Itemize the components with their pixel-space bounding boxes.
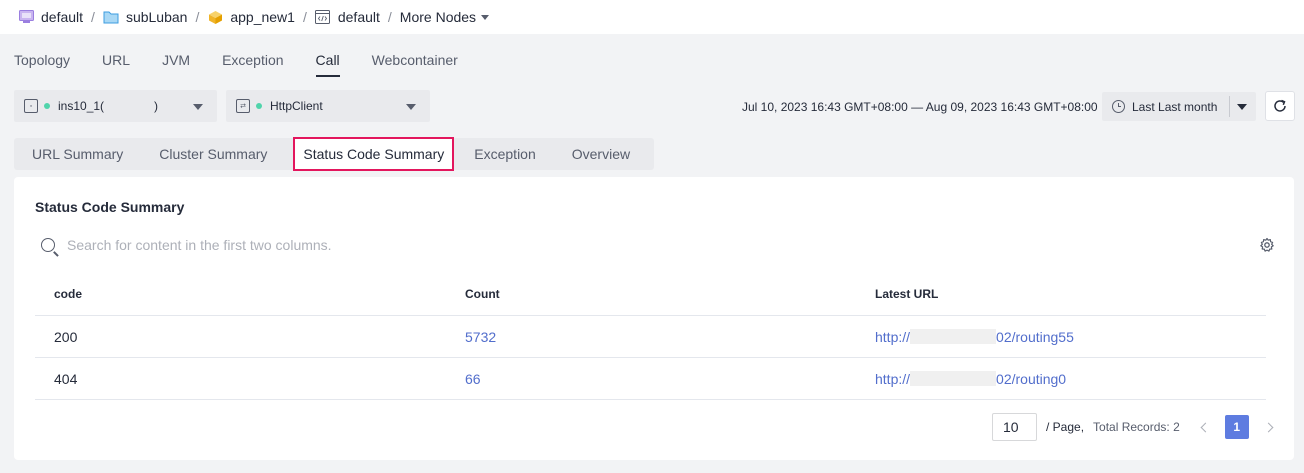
code-env-icon [315,9,331,25]
settings-gear-icon[interactable] [1259,237,1275,253]
time-range-picker[interactable]: Last Last month [1102,92,1256,121]
masked-region [104,99,154,113]
tab-exception[interactable]: Exception [222,50,283,77]
app-cube-icon [207,9,223,25]
breadcrumb-separator: / [195,9,200,25]
breadcrumb-label: subLuban [125,9,188,25]
search-icon [41,238,55,252]
pagination: 10 / Page, Total Records: 2 1 [992,413,1274,441]
subtab-status-code-summary[interactable]: Status Code Summary [293,137,455,171]
column-header-latest-url[interactable]: Latest URL [856,287,1266,301]
instance-select[interactable]: ▫ ins10_1( ) [14,90,217,122]
cell-count-link[interactable]: 5732 [446,329,856,345]
tab-webcontainer[interactable]: Webcontainer [372,50,458,77]
masked-region [910,329,997,344]
breadcrumb-label: app_new1 [230,9,295,25]
masked-region [910,371,997,386]
component-icon: ⇄ [236,99,250,113]
clock-icon [1112,100,1125,113]
breadcrumb: default / subLuban / app_new1 / default … [0,0,1304,34]
subtab-url-summary[interactable]: URL Summary [32,146,123,162]
cell-code: 200 [54,328,78,345]
search-input[interactable] [67,237,567,253]
url-suffix[interactable]: 02/routing0 [996,371,1066,387]
status-code-card: Status Code Summary code Count Latest UR… [14,177,1294,460]
url-suffix[interactable]: 02/routing55 [996,329,1074,345]
tab-call[interactable]: Call [315,50,340,77]
more-nodes-dropdown[interactable]: More Nodes [399,9,490,25]
column-header-code[interactable]: code [35,287,446,301]
breadcrumb-label: default [41,9,84,25]
card-title: Status Code Summary [35,199,185,215]
column-header-count[interactable]: Count [446,287,856,301]
page-number-current[interactable]: 1 [1224,415,1249,439]
dropdown-arrow-icon [406,104,416,110]
page-size-select[interactable]: 10 [992,413,1037,441]
monitor-tabs: Topology URL JVM Exception Call Webconta… [14,50,490,77]
call-sub-tabs: URL Summary Cluster Summary Status Code … [14,137,654,171]
url-prefix[interactable]: http:// [875,371,910,387]
status-dot [44,103,50,109]
tab-topology[interactable]: Topology [14,50,70,77]
url-prefix[interactable]: http:// [875,329,910,345]
chevron-right-icon[interactable] [1263,422,1274,432]
more-nodes-label: More Nodes [399,9,477,25]
per-page-label: / Page, [1046,420,1085,434]
breadcrumb-separator: / [387,9,392,25]
cell-latest-url[interactable]: http:// 02/routing55 [856,329,1266,345]
breadcrumb-item-app[interactable]: app_new1 [207,9,295,25]
instance-icon: ▫ [24,99,38,113]
tab-jvm[interactable]: JVM [162,50,190,77]
subtab-exception[interactable]: Exception [474,146,535,162]
chevron-left-icon[interactable] [1200,422,1211,432]
refresh-icon [1274,99,1286,112]
caret-down-icon [481,14,490,20]
subtab-overview[interactable]: Overview [572,146,630,162]
dropdown-arrow-icon [193,104,203,110]
table-row: 404 66 http:// 02/routing0 [35,358,1266,400]
client-select-value: HttpClient [270,99,323,113]
divider [1229,96,1230,117]
refresh-button[interactable] [1265,91,1295,121]
time-preset-label: Last Last month [1132,99,1218,114]
breadcrumb-item-workspace[interactable]: default [18,9,83,25]
tab-url[interactable]: URL [102,50,130,77]
cell-code: 404 [54,370,78,387]
time-range-text: Jul 10, 2023 16:43 GMT+08:00 — Aug 09, 2… [742,100,1098,114]
table-header: code Count Latest URL [35,273,1266,316]
breadcrumb-separator: / [91,9,95,25]
dropdown-arrow-icon[interactable] [1237,104,1247,110]
breadcrumb-separator: / [302,9,307,25]
table-row: 200 5732 http:// 02/routing55 [35,316,1266,358]
instance-select-value: ins10_1( [58,99,105,113]
breadcrumb-item-environment[interactable]: default [315,9,380,25]
folder-icon [103,9,119,25]
status-code-table: code Count Latest URL 200 5732 http:// 0… [35,273,1266,400]
breadcrumb-item-project[interactable]: subLuban [103,9,188,25]
client-type-select[interactable]: ⇄ HttpClient [226,90,430,122]
subtab-cluster-summary[interactable]: Cluster Summary [159,146,267,162]
instance-select-suffix: ) [154,99,159,113]
breadcrumb-label: default [337,9,380,25]
cell-latest-url[interactable]: http:// 02/routing0 [856,371,1266,387]
status-dot [256,103,262,109]
workspace-icon [18,9,34,25]
search-bar [41,237,567,253]
total-records: Total Records: 2 [1093,420,1180,434]
cell-count-link[interactable]: 66 [446,371,856,387]
